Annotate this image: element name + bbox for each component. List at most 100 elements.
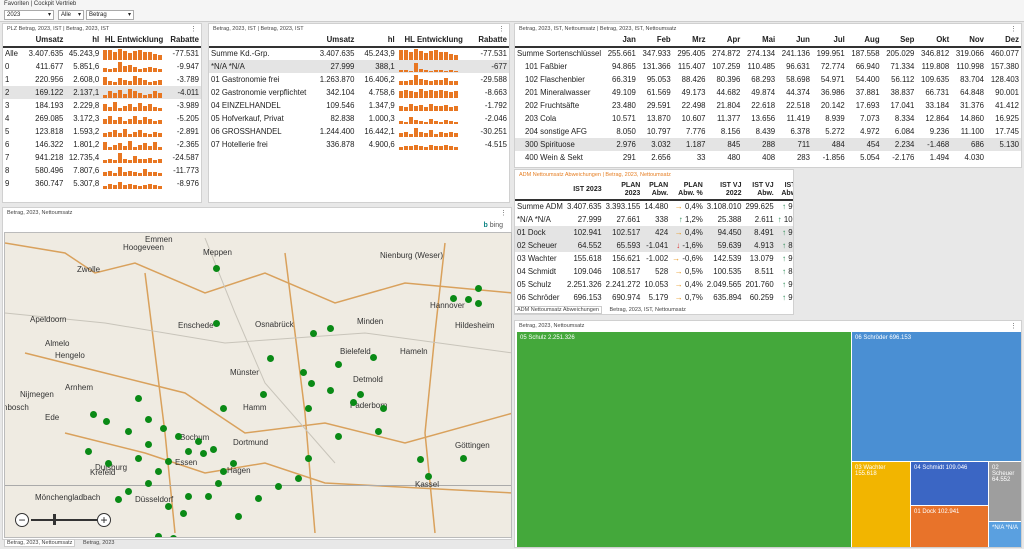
map-location-marker[interactable]	[417, 456, 424, 463]
breadcrumb[interactable]: Favoriten | Cockpit Vertrieb	[4, 1, 76, 7]
map-location-marker[interactable]	[215, 480, 222, 487]
table-row[interactable]: *N/A *N/A 27.999 27.661 338 ↑ 1,2% 25.388 2.61…	[515, 213, 793, 226]
map-location-marker[interactable]	[465, 296, 472, 303]
col-month[interactable]: Mai	[742, 34, 778, 48]
map-location-marker[interactable]	[335, 361, 342, 368]
map-location-marker[interactable]	[145, 441, 152, 448]
map-location-marker[interactable]	[115, 496, 122, 503]
treemap-tile-schulz[interactable]: 05 Schulz 2.251.326	[517, 332, 851, 547]
table-row[interactable]: 06 Schröder 696.153 690.974 5.179 → 0,7% 635.…	[515, 291, 793, 304]
map-location-marker[interactable]	[185, 493, 192, 500]
menu-icon[interactable]: ⋮	[500, 209, 507, 217]
col-month[interactable]: Aug	[846, 34, 882, 48]
col-umsatz[interactable]: Umsatz	[25, 34, 66, 48]
table-row[interactable]: *N/A *N/A 27.999 388,1 -677	[209, 60, 509, 73]
tab-adm[interactable]: ADM Nettoumsatz Abweichungen	[514, 306, 602, 314]
map-location-marker[interactable]	[357, 391, 364, 398]
col-header[interactable]: IST 2023	[564, 180, 604, 201]
col-month[interactable]: Jul	[811, 34, 847, 48]
map-location-marker[interactable]	[327, 325, 334, 332]
map-location-marker[interactable]	[165, 458, 172, 465]
tab-betrag[interactable]: Betrag, 2023, IST, Nettoumsatz	[609, 307, 685, 313]
map-location-marker[interactable]	[85, 448, 92, 455]
map-location-marker[interactable]	[210, 446, 217, 453]
map-location-marker[interactable]	[300, 369, 307, 376]
map-location-marker[interactable]	[195, 438, 202, 445]
col-umsatz[interactable]: Umsatz	[311, 34, 357, 48]
table-row[interactable]: 300 Spirituose 2.976 3.032 1.187 845 288 711 48…	[515, 138, 1021, 151]
table-row[interactable]: 204 sonstige AFG 8.050 10.797 7.776 8.156 8.4…	[515, 125, 1021, 138]
map-location-marker[interactable]	[213, 320, 220, 327]
table-row[interactable]: 02 Gastronomie verpflichtet 342.104 4.758,…	[209, 86, 509, 99]
year-select[interactable]: 2023 ▾	[4, 10, 54, 20]
map-location-marker[interactable]	[380, 405, 387, 412]
map-location-marker[interactable]	[103, 418, 110, 425]
table-row[interactable]: 03 Wachter 155.618 156.621 -1.002 → -0,6% 142…	[515, 252, 793, 265]
treemap-tile-schroeder[interactable]: 06 Schröder 696.153	[852, 332, 1021, 461]
col-header[interactable]: PLAN 2023	[603, 180, 643, 201]
table-row[interactable]: 07 Hotellerie frei 336.878 4.900,6 -4.515	[209, 138, 509, 151]
col-month[interactable]: Feb	[637, 34, 673, 48]
table-row[interactable]: 4 269.085 3.172,3 -5.205	[3, 112, 201, 125]
map-location-marker[interactable]	[105, 460, 112, 467]
table-row[interactable]: 9 360.747 5.307,8 -8.976	[3, 177, 201, 190]
col-month[interactable]: Jun	[777, 34, 812, 48]
map-location-marker[interactable]	[310, 330, 317, 337]
map-location-marker[interactable]	[375, 428, 382, 435]
table-row[interactable]: 0 411.677 5.851,6 -9.947	[3, 60, 201, 73]
map-location-marker[interactable]	[145, 416, 152, 423]
measure-select[interactable]: Betrag ▾	[86, 10, 134, 20]
scope-select[interactable]: Alle ▾	[58, 10, 84, 20]
table-row[interactable]: 400 Wein & Sekt 291 2.656 33 480 408 283 -1.856…	[515, 151, 1021, 164]
table-row[interactable]: Summe Sortenschlüssel 255.661 347.933 295.4…	[515, 47, 1021, 60]
treemap-tile-dock[interactable]: 01 Dock 102.941	[911, 506, 988, 547]
map-location-marker[interactable]	[175, 433, 182, 440]
col-header[interactable]: IST VJ Abw.	[743, 180, 776, 201]
map-location-marker[interactable]	[260, 391, 267, 398]
table-row[interactable]: 05 Hofverkauf, Privat 82.838 1.000,3 -2.046	[209, 112, 509, 125]
tab-map-nettoumsatz[interactable]: Betrag, 2023, Nettoumsatz	[4, 539, 76, 547]
col-month[interactable]: Apr	[707, 34, 743, 48]
table-row[interactable]: 02 Scheuer 64.552 65.593 -1.041 ↓ -1,6% 59.63…	[515, 239, 793, 252]
treemap-tile-schmidt[interactable]: 04 Schmidt 109.046	[911, 462, 988, 505]
map-location-marker[interactable]	[160, 425, 167, 432]
map-location-marker[interactable]	[230, 460, 237, 467]
map-location-marker[interactable]	[335, 433, 342, 440]
zoom-in-button[interactable]: +	[97, 513, 111, 527]
table-row[interactable]: 6 146.322 1.801,2 -2.365	[3, 138, 201, 151]
col-hl-entwicklung[interactable]: HL Entwicklung	[396, 34, 471, 48]
map-location-marker[interactable]	[220, 405, 227, 412]
table-row[interactable]: Summe Kd.-Grp. 3.407.635 45.243,9 -77.531	[209, 47, 509, 60]
map-location-marker[interactable]	[90, 411, 97, 418]
menu-icon[interactable]: ⋮	[190, 25, 197, 33]
map-location-marker[interactable]	[267, 355, 274, 362]
col-month[interactable]: Okt	[916, 34, 952, 48]
table-row[interactable]: 04 Schmidt 109.046 108.517 528 → 0,5% 100.535…	[515, 265, 793, 278]
map-location-marker[interactable]	[135, 455, 142, 462]
col-hl-entwicklung[interactable]: HL Entwicklung	[101, 34, 167, 48]
treemap-tile-scheuer[interactable]: 02 Scheuer 64.552	[989, 462, 1021, 521]
map[interactable]: Emmen Meppen Hoogeveen Nienburg (Weser) Zwol…	[4, 232, 512, 538]
map-location-marker[interactable]	[135, 395, 142, 402]
col-header[interactable]: PLAN Abw. %	[670, 180, 705, 201]
col-month[interactable]: Jan	[603, 34, 638, 48]
table-row[interactable]: 05 Schulz 2.251.326 2.241.272 10.053 → 0,4% 2…	[515, 278, 793, 291]
col-rabatte[interactable]: Rabatte	[166, 34, 201, 48]
table-row[interactable]: 202 Fruchtsäfte 23.480 29.591 22.498 21.804 2…	[515, 99, 1021, 112]
table-row[interactable]: 101 Faßbier 94.865 131.366 115.407 107.259 11…	[515, 60, 1021, 73]
treemap-tile-na[interactable]: *N/A *N/A	[989, 522, 1021, 547]
map-location-marker[interactable]	[165, 503, 172, 510]
map-location-marker[interactable]	[205, 493, 212, 500]
table-row[interactable]: 04 EINZELHANDEL 109.546 1.347,9 -1.792	[209, 99, 509, 112]
zoom-handle[interactable]	[53, 514, 56, 525]
table-row[interactable]: 01 Gastronomie frei 1.263.870 16.406,2 -29.…	[209, 73, 509, 86]
table-row[interactable]: 3 184.193 2.229,8 -3.989	[3, 99, 201, 112]
tab-map-betrag[interactable]: Betrag, 2023	[83, 540, 115, 546]
table-row[interactable]: 06 GROSSHANDEL 1.244.400 16.442,1 -30.251	[209, 125, 509, 138]
map-location-marker[interactable]	[185, 448, 192, 455]
map-location-marker[interactable]	[213, 265, 220, 272]
table-row[interactable]: Alle 3.407.635 45.243,9 -77.531	[3, 47, 201, 60]
col-month[interactable]: Mrz	[672, 34, 708, 48]
map-location-marker[interactable]	[475, 285, 482, 292]
map-location-marker[interactable]	[125, 428, 132, 435]
